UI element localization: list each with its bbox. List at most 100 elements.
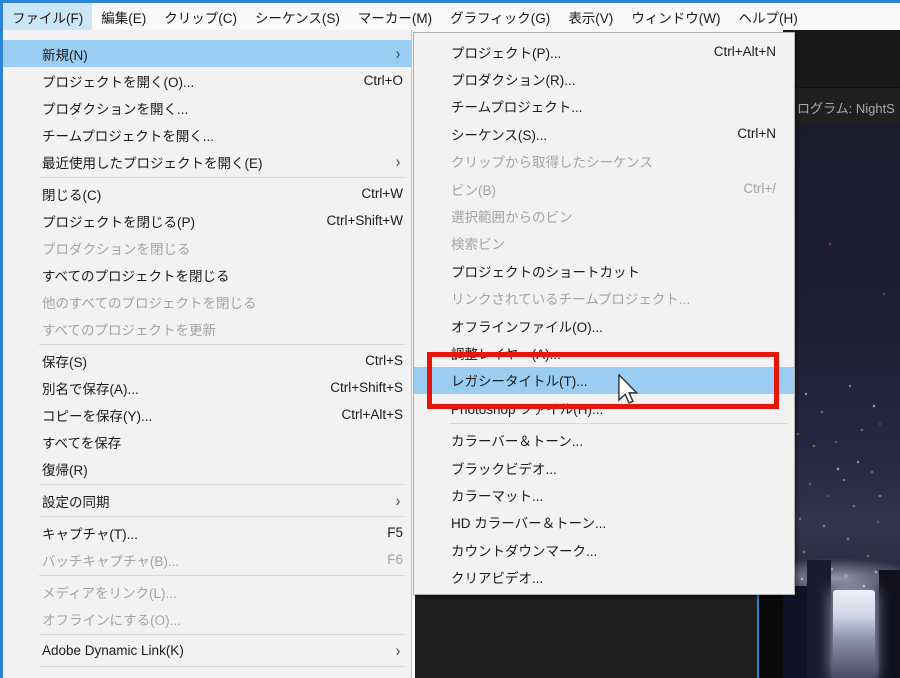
app-window: ログラム: NightS ファイル(F) 編集(E) クリップ(C) シーケンス(S)… (0, 0, 900, 678)
menu-item-shortcut: Ctrl+N (737, 126, 776, 142)
menu-item-label: プロダクションを開く... (42, 101, 189, 117)
menu-item-label: HD カラーバー＆トーン... (451, 516, 607, 532)
new-submenu: プロジェクト(P)... Ctrl+Alt+N プロダクション(R)... チームプロ… (413, 32, 795, 595)
menu-item[interactable]: プロジェクトを開く(O)... Ctrl+O (3, 67, 411, 94)
menubar: ファイル(F) 編集(E) クリップ(C) シーケンス(S) マーカー(M) グラフィック… (3, 3, 900, 30)
menu-item[interactable]: コピーを保存(Y)... Ctrl+Alt+S (3, 401, 411, 428)
menu-item[interactable]: カウントダウンマーク... (414, 536, 794, 563)
menu-item[interactable]: シーケンス(S)... Ctrl+N (414, 120, 794, 147)
menu-item[interactable]: ブラックビデオ... (414, 454, 794, 481)
menubar-item[interactable]: シーケンス(S) (246, 3, 349, 30)
menu-item-label: チームプロジェクトを開く... (42, 128, 215, 144)
menu-item-label: ビン(B) (451, 182, 496, 198)
menu-item[interactable]: すべてのプロジェクトを閉じる (3, 261, 411, 288)
program-video-frame (783, 123, 900, 678)
menu-item-label: プロダクション(R)... (451, 73, 576, 89)
menu-item-shortcut: Ctrl+Shift+S (330, 380, 403, 395)
program-monitor-title: ログラム: NightS (797, 101, 895, 116)
menubar-item[interactable]: マーカー(M) (349, 3, 441, 30)
menu-item[interactable]: プロダクションを開く... (3, 94, 411, 121)
menu-item[interactable]: プロジェクトを閉じる(P) Ctrl+Shift+W (3, 207, 411, 234)
menubar-item[interactable]: 表示(V) (559, 3, 622, 30)
menu-item[interactable]: プロダクション(R)... (414, 65, 794, 92)
timeline-panel[interactable] (415, 595, 759, 678)
menu-item-label: 別名で保存(A)... (42, 381, 139, 397)
submenu-arrow-icon: › (396, 641, 401, 660)
menu-item-shortcut: Ctrl+Alt+N (713, 44, 776, 60)
menu-item: リンクされているチームプロジェクト... (414, 285, 794, 312)
menu-separator (39, 634, 405, 635)
menu-item-label: グラフィック(G) (450, 10, 551, 26)
submenu-arrow-icon: › (396, 152, 401, 171)
menu-item[interactable]: カラーバー＆トーン... (414, 426, 794, 453)
menu-item[interactable]: 最近使用したプロジェクトを開く(E) › (3, 148, 411, 175)
menu-item-label: シーケンス(S) (255, 10, 340, 26)
menu-item-shortcut: Ctrl+Alt+S (341, 407, 403, 422)
menu-item[interactable]: 保存(S) Ctrl+S (3, 347, 411, 374)
menu-item-shortcut: Ctrl+/ (743, 181, 776, 197)
menu-item[interactable]: クリアビデオ... (414, 563, 794, 590)
menu-item: クリップから取得したシーケンス (414, 148, 794, 175)
menu-item-label: コピーを保存(Y)... (42, 408, 153, 424)
menubar-item[interactable]: ヘルプ(H) (730, 3, 807, 30)
menu-separator (450, 423, 788, 425)
menu-item[interactable]: 復帰(R) (3, 455, 411, 482)
menubar-item[interactable]: ファイル(F) (3, 3, 93, 30)
menu-item-label: ヘルプ(H) (738, 10, 798, 26)
annotation-red-box (427, 352, 779, 409)
menu-item-label: シーケンス(S)... (451, 127, 548, 143)
building-silhouette (807, 560, 831, 678)
menu-item-label: クリップ(C) (164, 10, 237, 26)
menu-item-label: すべてのプロジェクトを閉じる (42, 268, 230, 284)
panel-gap (759, 595, 783, 678)
menu-separator (39, 516, 405, 517)
menu-item[interactable]: 閉じる(C) Ctrl+W (3, 180, 411, 207)
menu-item[interactable]: 別名で保存(A)... Ctrl+Shift+S (3, 374, 411, 401)
menu-item[interactable]: オフラインファイル(O)... (414, 312, 794, 339)
menu-item-label: クリアビデオ... (451, 571, 544, 587)
menu-item-label: 最近使用したプロジェクトを開く(E) (42, 155, 263, 171)
lit-building (833, 590, 875, 678)
menubar-item[interactable]: ウィンドウ(W) (622, 3, 729, 30)
menu-item-label: 他のすべてのプロジェクトを閉じる (42, 295, 257, 311)
menu-item[interactable]: チームプロジェクト... (414, 93, 794, 120)
menu-item[interactable]: Adobe Dynamic Link(K) › (3, 637, 411, 664)
menu-item-label: オフラインファイル(O)... (451, 319, 603, 335)
building-silhouette (879, 570, 900, 678)
menu-item[interactable]: プロジェクトのショートカット (414, 257, 794, 284)
menu-item-label: 新規(N) (42, 47, 88, 63)
window-edge-left (0, 3, 3, 678)
menu-item[interactable]: チームプロジェクトを開く... (3, 121, 411, 148)
menu-separator (39, 484, 405, 485)
menu-item-shortcut: Ctrl+S (365, 353, 403, 368)
menu-item-label: Adobe Dynamic Link(K) (42, 643, 184, 658)
menu-item-label: プロジェクト(P)... (451, 45, 562, 61)
menu-item: 検索ビン (414, 230, 794, 257)
menu-item-shortcut: Ctrl+Shift+W (326, 213, 403, 228)
program-monitor-panel[interactable]: ログラム: NightS (783, 28, 900, 678)
menubar-item[interactable]: 編集(E) (92, 3, 155, 30)
menu-item-label: 表示(V) (568, 10, 614, 26)
menu-item-label: 設定の同期 (42, 494, 110, 510)
menu-item[interactable]: HD カラーバー＆トーン... (414, 509, 794, 536)
menu-item-shortcut: Ctrl+W (361, 186, 403, 201)
menu-item-shortcut: F6 (387, 552, 403, 567)
menu-item[interactable]: 新規(N) › (3, 40, 411, 67)
menu-item[interactable]: プロジェクト(P)... Ctrl+Alt+N (414, 38, 794, 65)
menu-item: 他のすべてのプロジェクトを閉じる (3, 288, 411, 315)
menu-item-label: プロジェクトを閉じる(P) (42, 214, 195, 230)
menu-item[interactable]: 設定の同期 › (3, 487, 411, 514)
menubar-item[interactable]: クリップ(C) (155, 3, 246, 30)
menu-item: プロダクションを閉じる (3, 234, 411, 261)
menu-separator (39, 666, 405, 667)
menu-separator (39, 575, 405, 576)
menu-item[interactable]: カラーマット... (414, 481, 794, 508)
menu-item-label: バッチキャプチャ(B)... (42, 553, 180, 569)
menu-item: ビン(B) Ctrl+/ (414, 175, 794, 202)
menu-item-label: クリップから取得したシーケンス (451, 155, 653, 171)
menu-item-label: メディアをリンク(L)... (42, 585, 177, 601)
menubar-item[interactable]: グラフィック(G) (441, 3, 559, 30)
menu-item[interactable]: すべてを保存 (3, 428, 411, 455)
menu-item-label: キャプチャ(T)... (42, 526, 138, 542)
menu-item[interactable]: キャプチャ(T)... F5 (3, 519, 411, 546)
